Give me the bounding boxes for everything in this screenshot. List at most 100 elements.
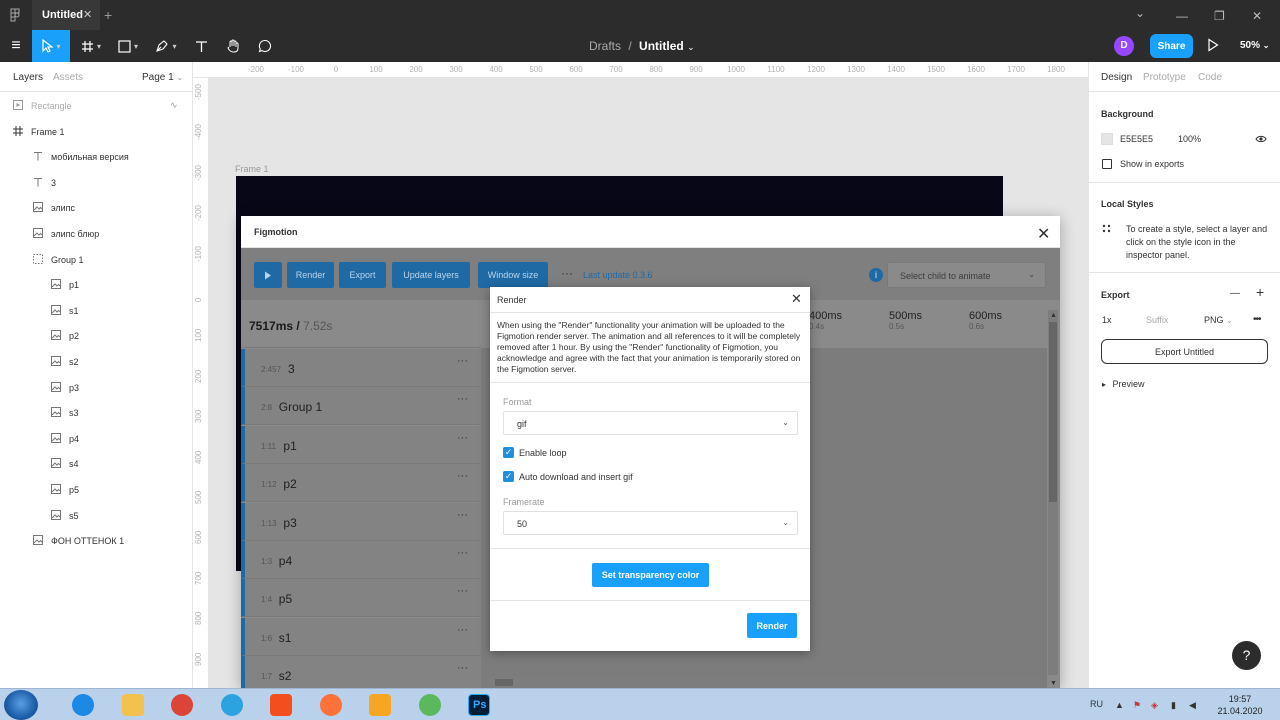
background-hex-value[interactable]: E5E5E5	[1120, 134, 1153, 144]
close-dialog-icon[interactable]: ✕	[791, 291, 802, 307]
text-tool-button[interactable]	[190, 30, 212, 62]
row-more-icon[interactable]: ···	[457, 585, 468, 597]
tray-network-icon[interactable]: ▮	[1171, 700, 1176, 711]
new-tab-icon[interactable]: +	[104, 7, 112, 23]
timeline-layer-row[interactable]: 1:11 p1 ···	[241, 425, 481, 464]
render-submit-button[interactable]: Render	[747, 613, 797, 638]
taskbar-app-chrome[interactable]	[161, 691, 203, 719]
remove-export-icon[interactable]: —	[1230, 288, 1240, 299]
layer-item[interactable]: p3	[0, 375, 193, 400]
comment-tool-button[interactable]	[254, 30, 276, 62]
layer-item[interactable]: p4	[0, 426, 193, 451]
export-untitled-button[interactable]: Export Untitled	[1101, 339, 1268, 364]
timeline-layer-row[interactable]: 1:3 p4 ···	[241, 541, 481, 579]
format-dropdown[interactable]: gif ⌄	[503, 411, 798, 435]
set-transparency-color-button[interactable]: Set transparency color	[592, 563, 709, 587]
more-options-icon[interactable]: ···	[561, 266, 573, 280]
tab-design[interactable]: Design	[1101, 72, 1132, 83]
hand-tool-button[interactable]	[222, 30, 244, 62]
restore-window-icon[interactable]: ❐	[1214, 9, 1225, 23]
chevron-down-icon[interactable]: ⌄	[687, 42, 695, 52]
layer-item[interactable]: s3	[0, 400, 193, 425]
tab-prototype[interactable]: Prototype	[1143, 72, 1186, 83]
layer-item[interactable]: ФОН ОТТЕНОК 1	[0, 528, 193, 553]
layer-item[interactable]: p2	[0, 323, 193, 348]
taskbar-app-ie[interactable]	[62, 691, 104, 719]
help-button[interactable]: ?	[1232, 641, 1261, 670]
layer-item[interactable]: p5	[0, 477, 193, 502]
row-more-icon[interactable]: ···	[457, 624, 468, 636]
layer-item[interactable]: p1	[0, 272, 193, 297]
scroll-up-icon[interactable]: ▲	[1050, 312, 1057, 319]
tray-shield-icon[interactable]: ◈	[1151, 700, 1158, 711]
taskbar-app-photoshop[interactable]: Ps	[458, 691, 500, 719]
animation-curve-icon[interactable]: ∿	[170, 100, 178, 111]
timeline-layer-row[interactable]: 1:12 p2 ···	[241, 464, 481, 503]
close-plugin-icon[interactable]: ✕	[1037, 224, 1050, 244]
tab-layers[interactable]: Layers	[13, 72, 43, 83]
render-plugin-button[interactable]: Render	[287, 262, 334, 288]
taskbar-app-utorrent[interactable]	[409, 691, 451, 719]
vertical-scrollbar[interactable]: ▲ ▼	[1048, 310, 1058, 687]
row-more-icon[interactable]: ···	[457, 547, 468, 559]
checkmark-icon[interactable]: ✓	[503, 447, 514, 458]
last-update-link[interactable]: Last update 0.3.6	[583, 270, 653, 280]
layer-item[interactable]: s1	[0, 298, 193, 323]
taskbar-app-media[interactable]	[359, 691, 401, 719]
preview-toggle[interactable]: ▸ Preview	[1102, 379, 1145, 389]
framerate-dropdown[interactable]: 50 ⌄	[503, 511, 798, 535]
row-more-icon[interactable]: ···	[457, 432, 468, 444]
update-layers-button[interactable]: Update layers	[392, 262, 470, 288]
export-more-icon[interactable]: •••	[1253, 314, 1261, 325]
layer-item[interactable]: элипс	[0, 195, 193, 220]
scroll-thumb[interactable]	[1049, 322, 1057, 502]
share-button[interactable]: Share	[1150, 34, 1193, 58]
shape-tool-button[interactable]: ▾	[112, 30, 144, 62]
background-opacity-value[interactable]: 100%	[1178, 134, 1201, 144]
show-in-exports-checkbox[interactable]	[1102, 159, 1112, 169]
breadcrumb-file-name[interactable]: Untitled	[639, 39, 684, 53]
close-tab-icon[interactable]: ✕	[83, 8, 92, 21]
row-more-icon[interactable]: ···	[457, 662, 468, 674]
taskbar-app-figma[interactable]	[260, 691, 302, 719]
pen-tool-button[interactable]: ▾	[150, 30, 182, 62]
export-format-dropdown[interactable]: PNG ⌄	[1204, 315, 1233, 325]
chevron-down-icon[interactable]: ⌄	[1135, 6, 1145, 20]
figma-logo-icon[interactable]	[10, 8, 22, 22]
layer-item[interactable]: Frame 1	[0, 119, 193, 144]
timeline-layer-row[interactable]: 1:13 p3 ···	[241, 502, 481, 541]
user-avatar[interactable]: D	[1114, 36, 1134, 56]
move-tool-button[interactable]: ▾	[32, 30, 70, 62]
timeline-layer-row[interactable]: 1:6 s1 ···	[241, 617, 481, 656]
layer-item[interactable]: мобильная версия	[0, 144, 193, 169]
background-color-swatch[interactable]	[1101, 133, 1113, 145]
tab-assets[interactable]: Assets	[53, 72, 83, 83]
row-more-icon[interactable]: ···	[457, 393, 468, 405]
horizontal-scrollbar[interactable]	[481, 677, 1041, 688]
language-indicator[interactable]: RU	[1090, 699, 1103, 709]
frame-tool-button[interactable]: ▾	[76, 30, 106, 62]
layer-item[interactable]: s2	[0, 349, 193, 374]
window-size-button[interactable]: Window size	[478, 262, 548, 288]
taskbar-app-telegram[interactable]	[211, 691, 253, 719]
taskbar-app-explorer[interactable]	[112, 691, 154, 719]
tray-arrow-icon[interactable]: ▲	[1115, 700, 1124, 710]
add-export-icon[interactable]: +	[1256, 284, 1264, 300]
scroll-thumb[interactable]	[495, 679, 513, 686]
select-child-dropdown[interactable]: Select child to animate ⌄	[887, 262, 1046, 288]
layer-item[interactable]: элипс блюр	[0, 221, 193, 246]
layer-item[interactable]: s4	[0, 451, 193, 476]
close-window-icon[interactable]: ✕	[1252, 9, 1262, 23]
main-menu-button[interactable]: ≡	[0, 30, 32, 62]
page-selector[interactable]: Page 1 ⌄	[142, 72, 183, 83]
tray-flag-icon[interactable]: ⚑	[1133, 700, 1141, 711]
layer-item[interactable]: Rectangle ∿	[0, 93, 193, 118]
layer-item[interactable]: Group 1	[0, 247, 193, 272]
breadcrumb-drafts[interactable]: Drafts	[589, 39, 621, 53]
export-suffix-input[interactable]: Suffix	[1146, 315, 1168, 325]
timeline-layer-row[interactable]: 2:457 3 ···	[241, 349, 481, 387]
tab-code[interactable]: Code	[1198, 72, 1222, 83]
taskbar-app-firefox[interactable]	[310, 691, 352, 719]
export-plugin-button[interactable]: Export	[339, 262, 386, 288]
timeline-layer-row[interactable]: 2:8 Group 1 ···	[241, 387, 481, 426]
